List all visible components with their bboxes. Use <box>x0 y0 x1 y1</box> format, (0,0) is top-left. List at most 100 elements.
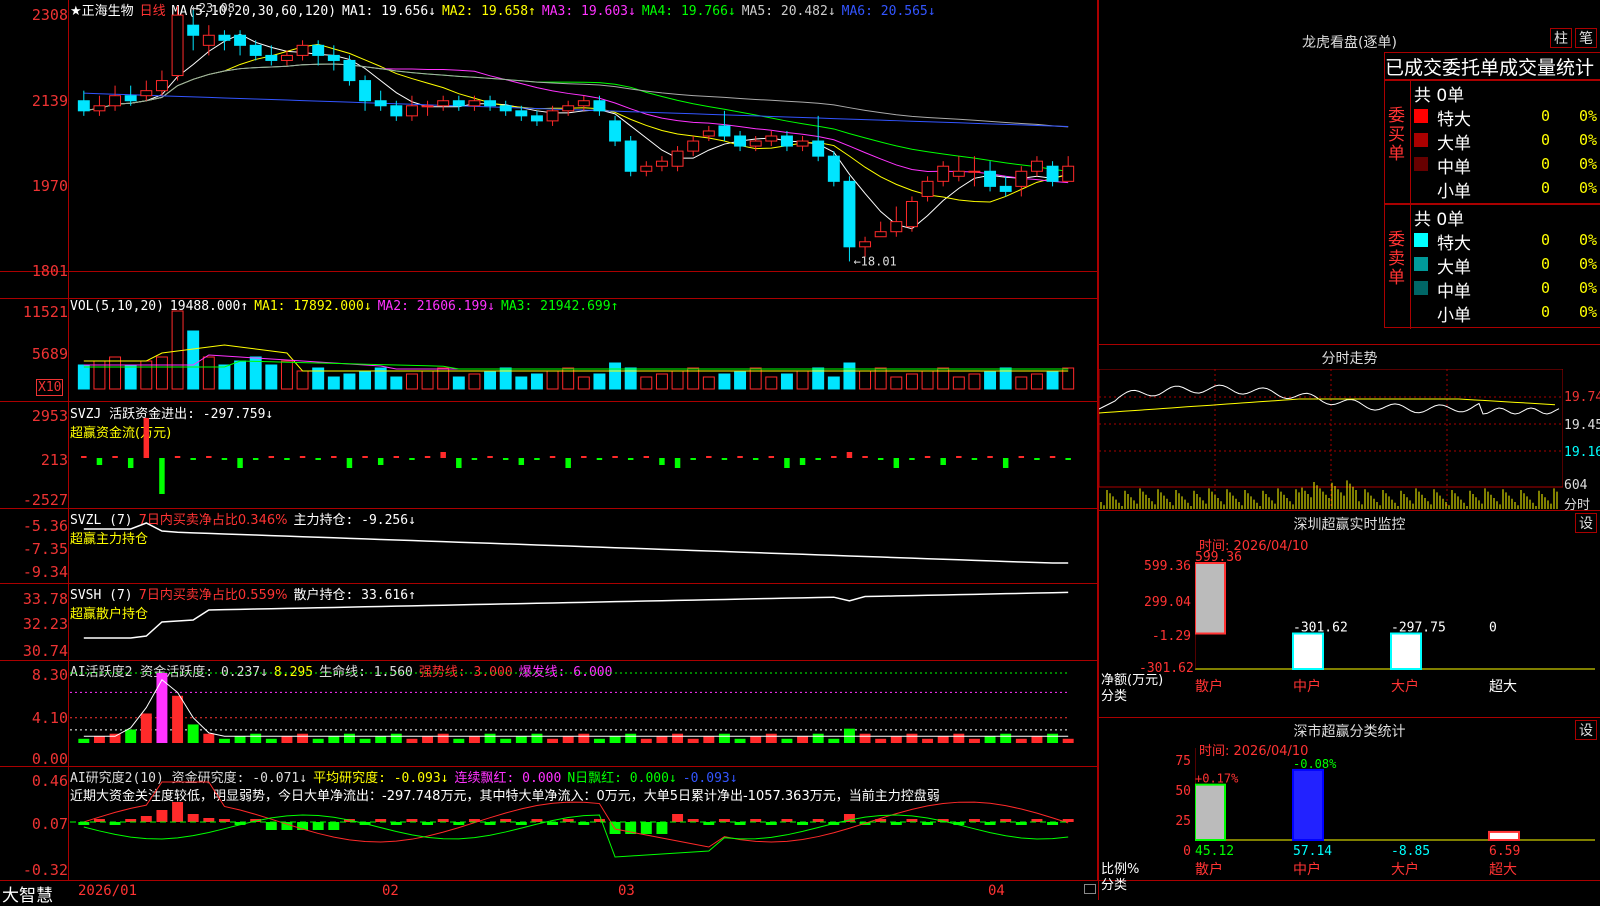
ai-activity-chart[interactable] <box>70 661 1096 767</box>
date-tick: 2026/01 <box>78 883 138 899</box>
svzj-bar <box>331 456 337 458</box>
monitor-panel[interactable]: 深圳超赢实时监控 设 时间: 2026/04/10 599.36 299.04 … <box>1098 510 1600 717</box>
order-percent: 0% <box>1579 179 1598 197</box>
candle-body <box>421 105 434 108</box>
classify-value-label: 6.59 <box>1489 844 1520 859</box>
volume-bar <box>577 376 590 390</box>
svzj-bar <box>862 456 868 458</box>
volume-unit-badge: X10 <box>36 379 64 396</box>
ai1-ytick: 4.10 <box>31 709 68 727</box>
volume-bar <box>843 362 856 390</box>
activity-bar <box>968 738 980 743</box>
svzj-bar <box>1065 458 1071 460</box>
classify-panel[interactable]: 深市超赢分类统计 设 时间: 2026/04/10 75 50 25 0 比例%… <box>1098 717 1600 900</box>
activity-bar <box>547 738 559 743</box>
ai-activity-pane[interactable]: AI活跃度2 资金活跃度: 0.237↓ 8.295 生命线: 1.560 强势线: … <box>0 661 1098 768</box>
volume-bar <box>155 356 168 390</box>
volume-bar <box>859 370 872 390</box>
activity-bar <box>156 673 168 743</box>
activity-bar <box>875 738 887 743</box>
activity-bar <box>109 733 121 743</box>
svzj-bar <box>612 456 618 458</box>
ai-research-chart[interactable] <box>70 767 1096 880</box>
longhu-tabs[interactable]: 已成交委托单成交量统计 <box>1384 52 1600 80</box>
candle-body <box>1015 170 1028 187</box>
svzl-chart[interactable] <box>70 509 1096 584</box>
candle-body <box>999 185 1012 192</box>
tick-mode-button[interactable]: 笔 <box>1575 28 1597 48</box>
monitor-ytick: -1.29 <box>1151 629 1191 644</box>
high-price-label: ←23.08 <box>192 1 235 15</box>
activity-bar <box>437 733 449 743</box>
candle-body <box>93 105 106 112</box>
monitor-value-label: 0 <box>1489 621 1497 636</box>
longhu-panel: 龙虎看盘(逐单) 柱 笔 已成交委托单成交量统计 委买单 共 0单 特大 0 0% 大… <box>1098 0 1600 344</box>
activity-bar <box>593 738 605 743</box>
date-tick: 02 <box>382 883 399 899</box>
svsh-pane[interactable]: SVSH (7) 7日内买卖净占比0.559% 散户持仓: 33.616↑ 超赢散户… <box>0 584 1098 661</box>
classify-chart[interactable]: +0.17% 45.12 散户 -0.08% 57.14 中户 -8.85 大户 6.59 超大 <box>1195 718 1599 901</box>
svzj-bar <box>190 458 196 460</box>
monitor-category-label: 中户 <box>1293 678 1321 695</box>
svzj-bar <box>971 458 978 460</box>
candle-body <box>609 120 622 142</box>
candle-body <box>671 150 684 167</box>
svzj-bar <box>752 458 759 460</box>
svzj-bar <box>924 456 931 458</box>
volume-bar <box>484 370 497 390</box>
buy-box: 委买单 共 0单 特大 0 0% 大单 0 0% 中单 0 0% 小单 0 0% <box>1384 80 1600 205</box>
classify-ytick: 75 <box>1175 754 1191 769</box>
svzj-bar <box>534 458 540 460</box>
candle-body <box>327 54 340 61</box>
svzj-pane[interactable]: SVZJ 活跃资金进出: -297.759↓ 超赢资金流(万元) 2953 21… <box>0 403 1098 509</box>
volume-bar <box>905 373 918 390</box>
svzj-chart[interactable] <box>70 403 1096 509</box>
candle-body <box>312 44 325 56</box>
monitor-bar <box>1292 632 1324 670</box>
brand-logo[interactable]: 大智慧 <box>2 881 53 906</box>
order-color-swatch <box>1414 181 1428 195</box>
svzj-bar <box>96 458 103 465</box>
volume-bar <box>390 376 403 390</box>
svsh-chart[interactable] <box>70 584 1096 661</box>
intraday-panel[interactable]: 分时走势 19.74 19.45 19.16 604 分时 <box>1098 344 1600 513</box>
candle-body <box>702 130 715 137</box>
volume-pane[interactable]: VOL(5,10,20) 19488.000↑ MA1: 17892.000↓ MA2… <box>0 298 1098 402</box>
ai-research-pane[interactable]: AI研究度2(10) 资金研究度: -0.071↓ 平均研究度: -0.093↓ 连… <box>0 767 1098 880</box>
volume-bar <box>952 376 965 390</box>
kline-pane[interactable]: ★正海生物 日线 MA(5,10,20,30,60,120) MA1: 19.656↓… <box>0 0 1098 280</box>
order-count: 0 <box>1541 179 1551 197</box>
activity-bar <box>1031 736 1043 743</box>
volume-chart[interactable] <box>70 299 1096 403</box>
vol-ma-line <box>83 354 1069 370</box>
kline-chart[interactable]: ←23.08 ←18.01 <box>70 0 1096 272</box>
candle-body <box>1062 165 1075 182</box>
activity-bar <box>922 738 934 743</box>
vol-ma-line <box>83 360 1069 370</box>
bar-mode-button[interactable]: 柱 <box>1550 28 1572 48</box>
candle-body <box>1046 165 1059 182</box>
volume-bar <box>405 373 418 390</box>
candle-body <box>765 135 778 142</box>
volume-bar <box>655 373 668 390</box>
ai2-ytick: 0.07 <box>31 815 68 833</box>
intraday-chart[interactable] <box>1099 369 1563 509</box>
activity-bar <box>265 738 277 743</box>
intraday-price-line <box>1099 384 1560 415</box>
activity-bar <box>859 733 871 743</box>
svsh-ytick: 33.78 <box>22 590 68 608</box>
monitor-chart[interactable]: 599.36 散户 -301.62 中户 -297.75 大户 0 超大 <box>1195 511 1599 718</box>
svzl-pane[interactable]: SVZL (7) 7日内买卖净占比0.346% 主力持仓: -9.256↓ 超赢主力… <box>0 509 1098 584</box>
candle-body <box>780 135 793 147</box>
svzj-bar <box>159 458 165 494</box>
classify-change-label: -0.08% <box>1293 757 1337 771</box>
activity-bar <box>172 695 184 743</box>
volume-bar <box>671 370 684 390</box>
volume-bar <box>640 376 653 390</box>
svzj-bar <box>518 458 525 465</box>
lock-icon[interactable] <box>1084 884 1096 894</box>
volume-bar <box>280 360 293 390</box>
volume-bar <box>327 376 340 390</box>
svzj-bar <box>1018 456 1025 458</box>
volume-bar <box>780 373 793 390</box>
